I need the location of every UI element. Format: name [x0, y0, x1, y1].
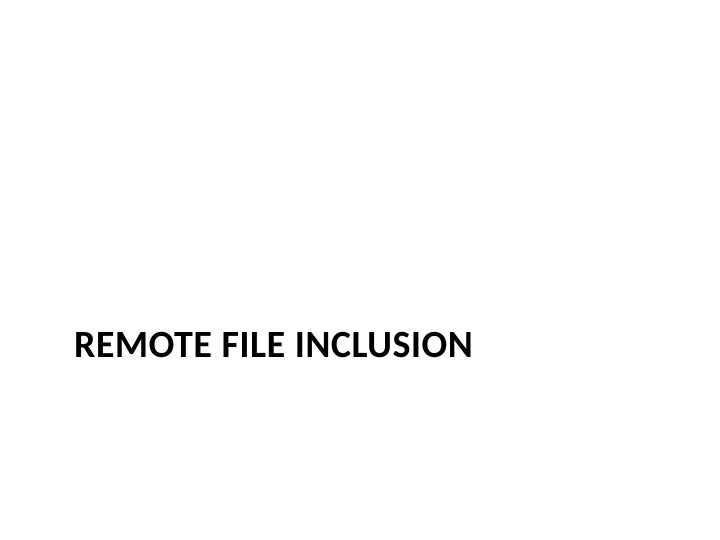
slide-title: REMOTE FILE INCLUSION [74, 322, 473, 368]
